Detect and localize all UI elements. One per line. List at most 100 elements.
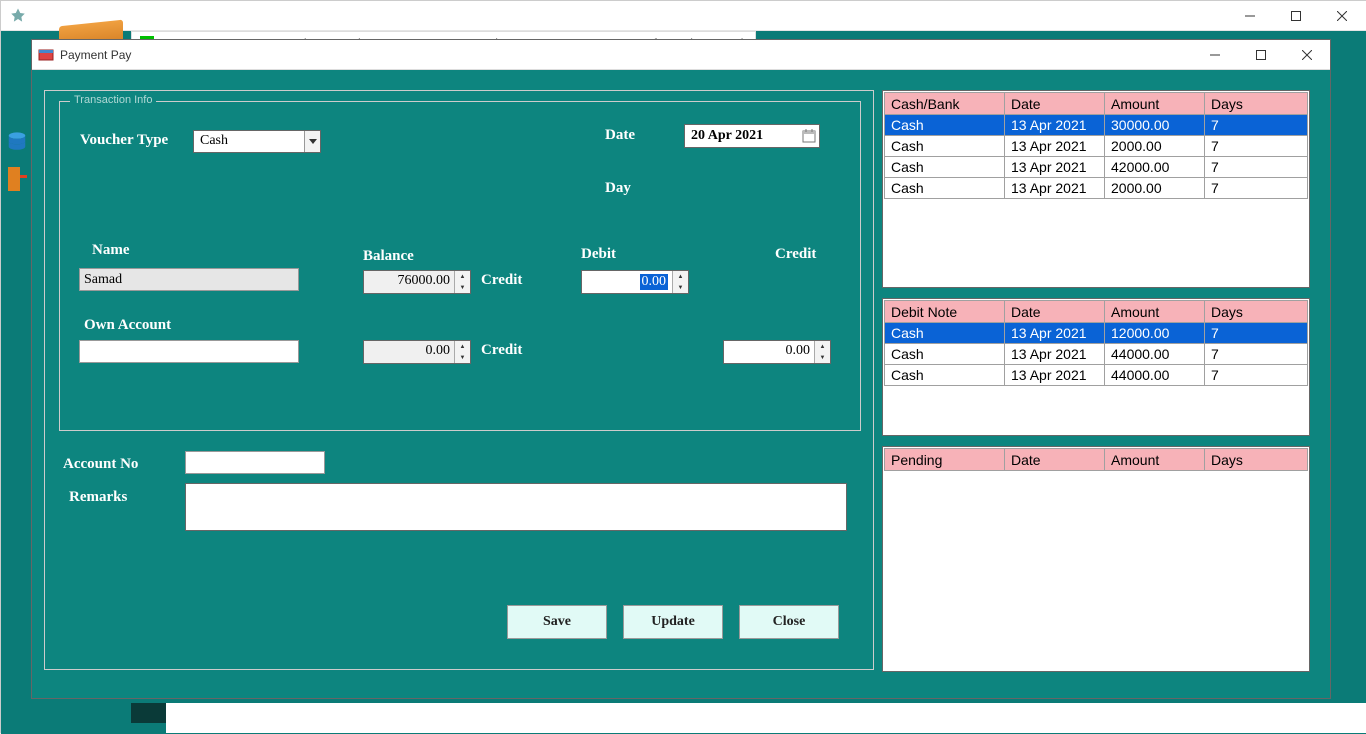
account-no-field[interactable] [185,451,325,474]
date-value: 20 Apr 2021 [685,126,799,146]
pending-header-1[interactable]: Date [1005,449,1105,471]
table-cell: 7 [1205,136,1308,157]
dialog-icon [38,47,54,63]
debit-spinner[interactable]: 0.00 ▲▼ [581,270,689,294]
spinner-buttons[interactable]: ▲▼ [814,341,830,363]
cashbank-header-3[interactable]: Days [1205,93,1308,115]
table-cell: Cash [885,365,1005,386]
exit-icon[interactable] [5,165,29,193]
date-label: Date [605,127,635,144]
table-row[interactable]: Cash13 Apr 202144000.007 [885,365,1308,386]
outer-minimize-button[interactable] [1227,1,1273,31]
account-no-label: Account No [63,456,138,473]
pending-grid[interactable]: Pending Date Amount Days [882,446,1310,672]
cashbank-header-2[interactable]: Amount [1105,93,1205,115]
table-cell: 13 Apr 2021 [1005,115,1105,136]
table-cell: Cash [885,136,1005,157]
main-application-window: Items Person Order Godown Payment Bank R… [0,0,1366,733]
table-cell: 7 [1205,323,1308,344]
dialog-minimize-button[interactable] [1192,40,1238,70]
outer-maximize-button[interactable] [1273,1,1319,31]
table-cell: Cash [885,323,1005,344]
table-row[interactable]: Cash13 Apr 20212000.007 [885,178,1308,199]
close-button[interactable]: Close [739,605,839,639]
sidebar [5,131,29,193]
debit-label: Debit [581,246,616,263]
calendar-icon [799,129,819,143]
cashbank-header-0[interactable]: Cash/Bank [885,93,1005,115]
transaction-info-fieldset: Transaction Info Voucher Type Cash Date … [59,101,861,431]
bottom-bar-dark [131,703,171,723]
save-button[interactable]: Save [507,605,607,639]
table-row[interactable]: Cash13 Apr 20212000.007 [885,136,1308,157]
table-row[interactable]: Cash13 Apr 202130000.007 [885,115,1308,136]
pending-header-3[interactable]: Days [1205,449,1308,471]
app-icon [9,7,27,25]
balance-label: Balance [363,248,414,265]
outer-close-button[interactable] [1319,1,1365,31]
table-cell: 13 Apr 2021 [1005,323,1105,344]
pending-header-0[interactable]: Pending [885,449,1005,471]
update-button[interactable]: Update [623,605,723,639]
voucher-type-label: Voucher Type [80,132,168,149]
name-label: Name [92,242,130,259]
table-cell: 7 [1205,365,1308,386]
table-cell: Cash [885,115,1005,136]
day-label: Day [605,180,631,197]
debitnote-header-1[interactable]: Date [1005,301,1105,323]
dialog-maximize-button[interactable] [1238,40,1284,70]
mdi-client-area: Items Person Order Godown Payment Bank R… [1,31,1366,734]
credit-spinner[interactable]: 0.00 ▲▼ [723,340,831,364]
credit-value: 0.00 [724,341,814,363]
table-row[interactable]: Cash13 Apr 202112000.007 [885,323,1308,344]
table-cell: Cash [885,157,1005,178]
table-cell: Cash [885,178,1005,199]
spinner-buttons[interactable]: ▲▼ [454,341,470,363]
spinner-buttons[interactable]: ▲▼ [672,271,688,293]
table-cell: 13 Apr 2021 [1005,178,1105,199]
database-icon[interactable] [5,131,29,153]
own-account-field[interactable] [79,340,299,363]
cashbank-table: Cash/Bank Date Amount Days Cash13 Apr 20… [884,92,1308,199]
dialog-body: Transaction Info Voucher Type Cash Date … [32,70,1330,698]
debit-value: 0.00 [640,274,669,290]
debitnote-header-2[interactable]: Amount [1105,301,1205,323]
pending-header-2[interactable]: Amount [1105,449,1205,471]
table-cell: 44000.00 [1105,365,1205,386]
debitnote-header-0[interactable]: Debit Note [885,301,1005,323]
table-cell: 30000.00 [1105,115,1205,136]
own-credit-label: Credit [481,342,522,359]
own-balance-value: 0.00 [364,341,454,363]
bottom-bar-white [166,703,1366,733]
table-cell: 13 Apr 2021 [1005,157,1105,178]
table-cell: 13 Apr 2021 [1005,136,1105,157]
balance-spinner[interactable]: 76000.00 ▲▼ [363,270,471,294]
balance-credit-label: Credit [481,272,522,289]
cashbank-grid[interactable]: Cash/Bank Date Amount Days Cash13 Apr 20… [882,90,1310,288]
debitnote-table: Debit Note Date Amount Days Cash13 Apr 2… [884,300,1308,386]
date-picker[interactable]: 20 Apr 2021 [684,124,820,148]
table-row[interactable]: Cash13 Apr 202144000.007 [885,344,1308,365]
dropdown-arrow-icon [304,131,320,152]
debitnote-header-3[interactable]: Days [1205,301,1308,323]
payment-pay-dialog: Payment Pay Transaction Info Voucher Typ… [31,39,1331,699]
table-cell: 7 [1205,157,1308,178]
table-cell: 13 Apr 2021 [1005,365,1105,386]
remarks-label: Remarks [69,489,127,506]
own-balance-spinner[interactable]: 0.00 ▲▼ [363,340,471,364]
voucher-type-combo[interactable]: Cash [193,130,321,153]
table-cell: 42000.00 [1105,157,1205,178]
dialog-close-button[interactable] [1284,40,1330,70]
name-field[interactable] [79,268,299,291]
table-cell: 12000.00 [1105,323,1205,344]
own-account-label: Own Account [84,317,171,334]
debitnote-grid[interactable]: Debit Note Date Amount Days Cash13 Apr 2… [882,298,1310,436]
table-cell: 7 [1205,178,1308,199]
remarks-field[interactable] [185,483,847,531]
spinner-buttons[interactable]: ▲▼ [454,271,470,293]
cashbank-header-1[interactable]: Date [1005,93,1105,115]
table-cell: 44000.00 [1105,344,1205,365]
table-cell: 2000.00 [1105,178,1205,199]
table-row[interactable]: Cash13 Apr 202142000.007 [885,157,1308,178]
fieldset-legend: Transaction Info [70,94,156,106]
